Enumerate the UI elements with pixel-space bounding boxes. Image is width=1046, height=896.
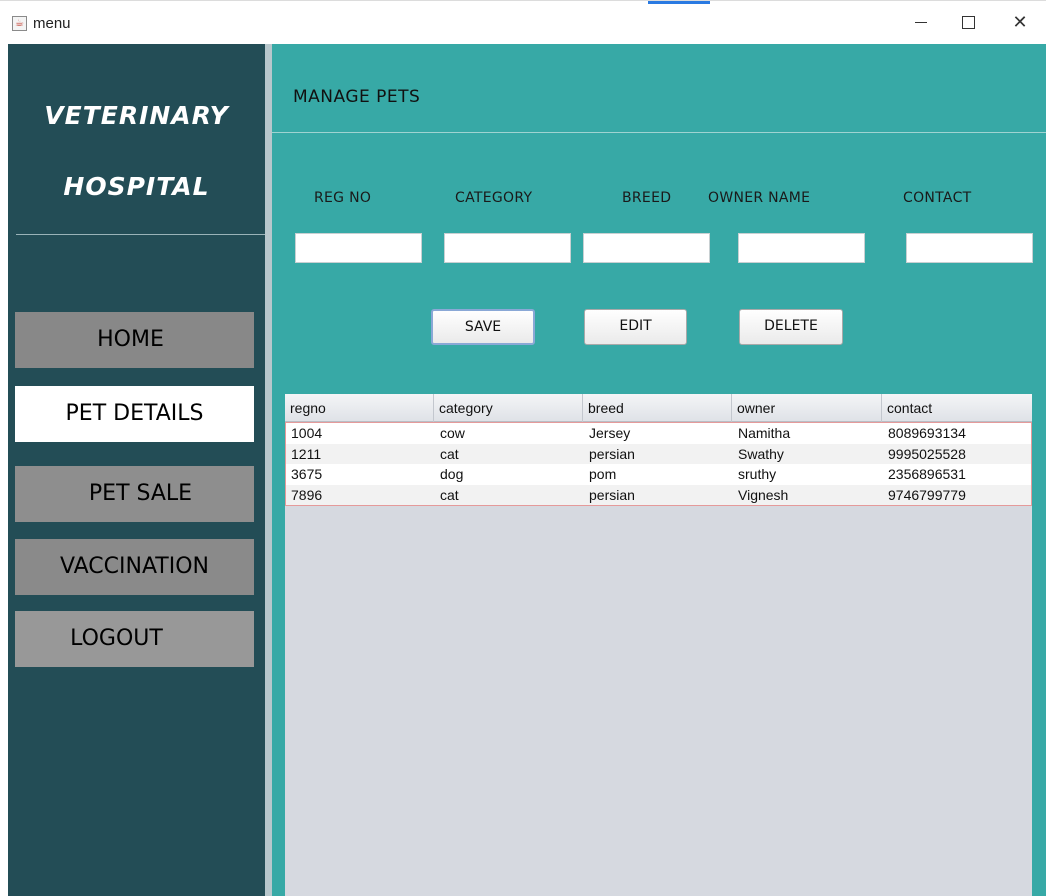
breed-label: BREED bbox=[622, 190, 672, 206]
edit-button[interactable]: EDIT bbox=[584, 309, 687, 345]
pets-table: regno category breed owner contact 1004 … bbox=[285, 394, 1032, 896]
java-coffee-icon: ☕ bbox=[12, 16, 27, 31]
minimize-icon bbox=[915, 22, 927, 23]
table-cell: Jersey bbox=[589, 425, 631, 441]
category-input[interactable] bbox=[444, 233, 571, 263]
sidebar-item-label: PET DETAILS bbox=[65, 401, 204, 426]
brand-title-line1: VETERINARY bbox=[44, 101, 229, 130]
table-row[interactable]: 3675 dog pom sruthy 2356896531 bbox=[286, 464, 1031, 485]
table-cell: Swathy bbox=[738, 445, 784, 462]
app-window: ☕ menu ✕ VETERINARY HOSPITAL HOME PET DE… bbox=[0, 0, 1046, 896]
taskbar-accent bbox=[648, 1, 710, 4]
delete-button[interactable]: DELETE bbox=[739, 309, 843, 345]
sidebar-item-vaccination[interactable]: VACCINATION bbox=[15, 539, 254, 595]
table-row[interactable]: 1211 cat persian Swathy 9995025528 bbox=[286, 443, 1031, 464]
page-title: MANAGE PETS bbox=[293, 87, 421, 107]
title-bar: ☕ menu ✕ bbox=[0, 0, 1046, 42]
owner-name-label: OWNER NAME bbox=[708, 190, 811, 206]
category-label: CATEGORY bbox=[455, 190, 533, 206]
column-header-contact[interactable]: contact bbox=[882, 394, 1032, 422]
minimize-button[interactable] bbox=[898, 7, 944, 39]
owner-name-input[interactable] bbox=[738, 233, 865, 263]
table-cell: 9995025528 bbox=[888, 445, 966, 462]
sidebar-item-label: VACCINATION bbox=[59, 554, 209, 579]
sidebar-item-label: PET SALE bbox=[88, 481, 193, 506]
save-button[interactable]: SAVE bbox=[431, 309, 535, 345]
table-header: regno category breed owner contact bbox=[285, 394, 1032, 422]
table-cell: 2356896531 bbox=[888, 466, 966, 482]
maximize-icon bbox=[961, 16, 975, 29]
column-header-owner[interactable]: owner bbox=[732, 394, 882, 422]
column-header-category[interactable]: category bbox=[434, 394, 583, 422]
table-cell: 7896 bbox=[291, 486, 323, 503]
column-header-breed[interactable]: breed bbox=[583, 394, 732, 422]
table-row[interactable]: 1004 cow Jersey Namitha 8089693134 bbox=[286, 423, 1031, 444]
table-cell: Vignesh bbox=[738, 486, 789, 503]
regno-label: REG NO bbox=[314, 190, 372, 206]
maximize-button[interactable] bbox=[945, 7, 991, 39]
sidebar: VETERINARY HOSPITAL HOME PET DETAILS PET… bbox=[8, 44, 265, 896]
brand-title-line2: HOSPITAL bbox=[63, 172, 210, 201]
table-row[interactable]: 7896 cat persian Vignesh 9746799779 bbox=[286, 484, 1031, 505]
table-cell: 1211 bbox=[291, 445, 322, 462]
breed-input[interactable] bbox=[583, 233, 710, 263]
sidebar-item-logout[interactable]: LOGOUT bbox=[15, 611, 254, 667]
column-header-regno[interactable]: regno bbox=[285, 394, 434, 422]
sidebar-item-home[interactable]: HOME bbox=[15, 312, 254, 368]
table-cell: cat bbox=[440, 445, 459, 462]
table-cell: Namitha bbox=[738, 425, 791, 441]
contact-label: CONTACT bbox=[903, 190, 972, 206]
regno-input[interactable] bbox=[295, 233, 422, 263]
main-panel: MANAGE PETS REG NO CATEGORY BREED OWNER … bbox=[272, 44, 1046, 896]
sidebar-item-pet-details[interactable]: PET DETAILS bbox=[15, 386, 254, 442]
close-icon: ✕ bbox=[1012, 12, 1028, 33]
table-cell: persian bbox=[589, 445, 635, 462]
table-cell: dog bbox=[440, 466, 464, 482]
table-cell: persian bbox=[589, 486, 635, 503]
table-cell: pom bbox=[589, 466, 617, 482]
table-cell: 1004 bbox=[291, 425, 323, 441]
sidebar-item-label: LOGOUT bbox=[70, 626, 163, 651]
sidebar-item-pet-sale[interactable]: PET SALE bbox=[15, 466, 254, 522]
table-cell: cow bbox=[440, 425, 465, 441]
table-body: 1004 cow Jersey Namitha 8089693134 1211 … bbox=[285, 422, 1032, 506]
table-cell: 3675 bbox=[291, 466, 323, 482]
window-title: menu bbox=[33, 15, 71, 32]
sidebar-item-label: HOME bbox=[97, 327, 164, 352]
table-cell: sruthy bbox=[738, 466, 777, 482]
contact-input[interactable] bbox=[906, 233, 1033, 263]
table-cell: cat bbox=[440, 486, 459, 503]
title-divider bbox=[272, 132, 1046, 133]
close-button[interactable]: ✕ bbox=[997, 7, 1043, 39]
table-cell: 8089693134 bbox=[888, 425, 966, 441]
table-cell: 9746799779 bbox=[888, 486, 966, 503]
brand-divider bbox=[16, 234, 265, 235]
split-pane-divider[interactable] bbox=[265, 44, 272, 896]
